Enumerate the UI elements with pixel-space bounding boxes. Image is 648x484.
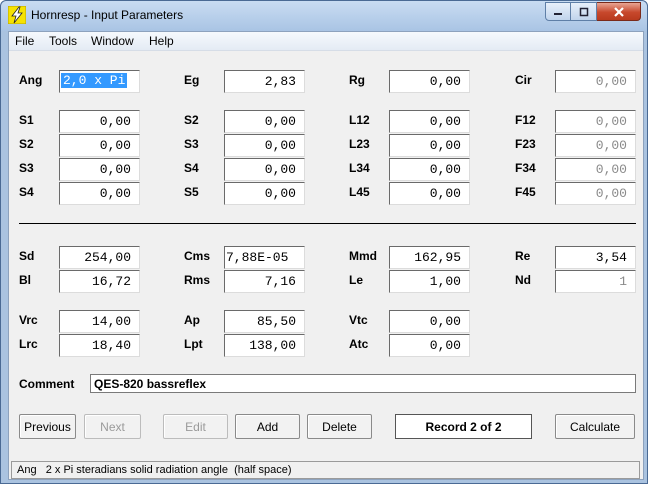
f45-label: F45 — [515, 185, 536, 199]
status-bar: Ang 2 x Pi steradians solid radiation an… — [11, 461, 640, 479]
lrc-field[interactable]: 18,40 — [59, 334, 140, 357]
l23-field[interactable]: 0,00 — [389, 134, 470, 157]
le-label: Le — [349, 273, 364, 287]
l34-label: L34 — [349, 161, 370, 175]
le-field[interactable]: 1,00 — [389, 270, 470, 293]
vrc-label: Vrc — [19, 313, 38, 327]
s3-right-field[interactable]: 0,00 — [224, 134, 305, 157]
comment-label: Comment — [19, 377, 75, 391]
l45-label: L45 — [349, 185, 370, 199]
app-window: Hornresp - Input Parameters File Tools W… — [0, 0, 648, 484]
f45-field[interactable]: 0,00 — [555, 182, 636, 205]
sd-label: Sd — [19, 249, 35, 263]
rg-field[interactable]: 0,00 — [389, 70, 470, 93]
re-label: Re — [515, 249, 531, 263]
lightning-app-icon — [8, 6, 26, 24]
s4-field[interactable]: 0,00 — [59, 182, 140, 205]
lrc-label: Lrc — [19, 337, 38, 351]
s1-label: S1 — [19, 113, 34, 127]
s5-field[interactable]: 0,00 — [224, 182, 305, 205]
l34-field[interactable]: 0,00 — [389, 158, 470, 181]
atc-field[interactable]: 0,00 — [389, 334, 470, 357]
menu-help[interactable]: Help — [149, 34, 174, 48]
lpt-field[interactable]: 138,00 — [224, 334, 305, 357]
l45-field[interactable]: 0,00 — [389, 182, 470, 205]
next-button[interactable]: Next — [84, 414, 141, 439]
menu-tools[interactable]: Tools — [49, 34, 77, 48]
vtc-field[interactable]: 0,00 — [389, 310, 470, 333]
s2-right-label: S2 — [184, 113, 199, 127]
minimize-button[interactable] — [545, 2, 571, 21]
mmd-field[interactable]: 162,95 — [389, 246, 470, 269]
s2-right-field[interactable]: 0,00 — [224, 110, 305, 133]
s2-label: S2 — [19, 137, 34, 151]
f23-field[interactable]: 0,00 — [555, 134, 636, 157]
s3-right-label: S3 — [184, 137, 199, 151]
vtc-label: Vtc — [349, 313, 368, 327]
f23-label: F23 — [515, 137, 536, 151]
s3-field[interactable]: 0,00 — [59, 158, 140, 181]
rms-label: Rms — [184, 273, 211, 287]
eg-field[interactable]: 2,83 — [224, 70, 305, 93]
minimize-icon — [554, 12, 562, 15]
atc-label: Atc — [349, 337, 369, 351]
ang-field[interactable]: 2,0 x Pi — [59, 70, 140, 93]
l23-label: L23 — [349, 137, 370, 151]
title-bar[interactable]: Hornresp - Input Parameters — [1, 1, 647, 31]
comment-input[interactable]: QES-820 bassreflex — [90, 374, 636, 393]
maximize-icon — [579, 7, 588, 16]
window-title: Hornresp - Input Parameters — [31, 8, 184, 22]
sd-field[interactable]: 254,00 — [59, 246, 140, 269]
close-button[interactable] — [597, 2, 641, 21]
f12-field[interactable]: 0,00 — [555, 110, 636, 133]
f34-label: F34 — [515, 161, 536, 175]
rms-field[interactable]: 7,16 — [224, 270, 305, 293]
add-button[interactable]: Add — [235, 414, 300, 439]
cms-label: Cms — [184, 249, 211, 263]
ang-value: 2,0 x Pi — [61, 73, 128, 88]
cms-field[interactable]: 7,88E-05 — [224, 246, 305, 269]
menu-file[interactable]: File — [15, 34, 34, 48]
cir-label: Cir — [515, 73, 532, 87]
re-field[interactable]: 3,54 — [555, 246, 636, 269]
calculate-button[interactable]: Calculate — [555, 414, 635, 439]
bl-field[interactable]: 16,72 — [59, 270, 140, 293]
s4-right-field[interactable]: 0,00 — [224, 158, 305, 181]
ap-field[interactable]: 85,50 — [224, 310, 305, 333]
nd-field[interactable]: 1 — [555, 270, 636, 293]
close-icon — [613, 6, 624, 17]
bl-label: Bl — [19, 273, 31, 287]
s3-label: S3 — [19, 161, 34, 175]
delete-button[interactable]: Delete — [307, 414, 372, 439]
f12-label: F12 — [515, 113, 536, 127]
s5-label: S5 — [184, 185, 199, 199]
record-indicator: Record 2 of 2 — [395, 414, 532, 439]
rg-label: Rg — [349, 73, 365, 87]
ang-label: Ang — [19, 73, 43, 87]
section-divider — [19, 223, 636, 224]
menu-window[interactable]: Window — [91, 34, 134, 48]
s4-right-label: S4 — [184, 161, 199, 175]
f34-field[interactable]: 0,00 — [555, 158, 636, 181]
s2-field[interactable]: 0,00 — [59, 134, 140, 157]
eg-label: Eg — [184, 73, 200, 87]
input-parameters-panel: File Tools Window Help Ang 2,0 x Pi Eg 2… — [8, 31, 644, 480]
window-controls — [545, 2, 641, 21]
l12-label: L12 — [349, 113, 370, 127]
menu-bar: File Tools Window Help — [9, 32, 643, 51]
vrc-field[interactable]: 14,00 — [59, 310, 140, 333]
previous-button[interactable]: Previous — [19, 414, 76, 439]
mmd-label: Mmd — [349, 249, 377, 263]
s1-field[interactable]: 0,00 — [59, 110, 140, 133]
l12-field[interactable]: 0,00 — [389, 110, 470, 133]
cir-field[interactable]: 0,00 — [555, 70, 636, 93]
status-text: Ang 2 x Pi steradians solid radiation an… — [17, 464, 292, 476]
nd-label: Nd — [515, 273, 531, 287]
maximize-button[interactable] — [571, 2, 597, 21]
edit-button[interactable]: Edit — [163, 414, 228, 439]
s4-label: S4 — [19, 185, 34, 199]
lpt-label: Lpt — [184, 337, 203, 351]
ap-label: Ap — [184, 313, 200, 327]
